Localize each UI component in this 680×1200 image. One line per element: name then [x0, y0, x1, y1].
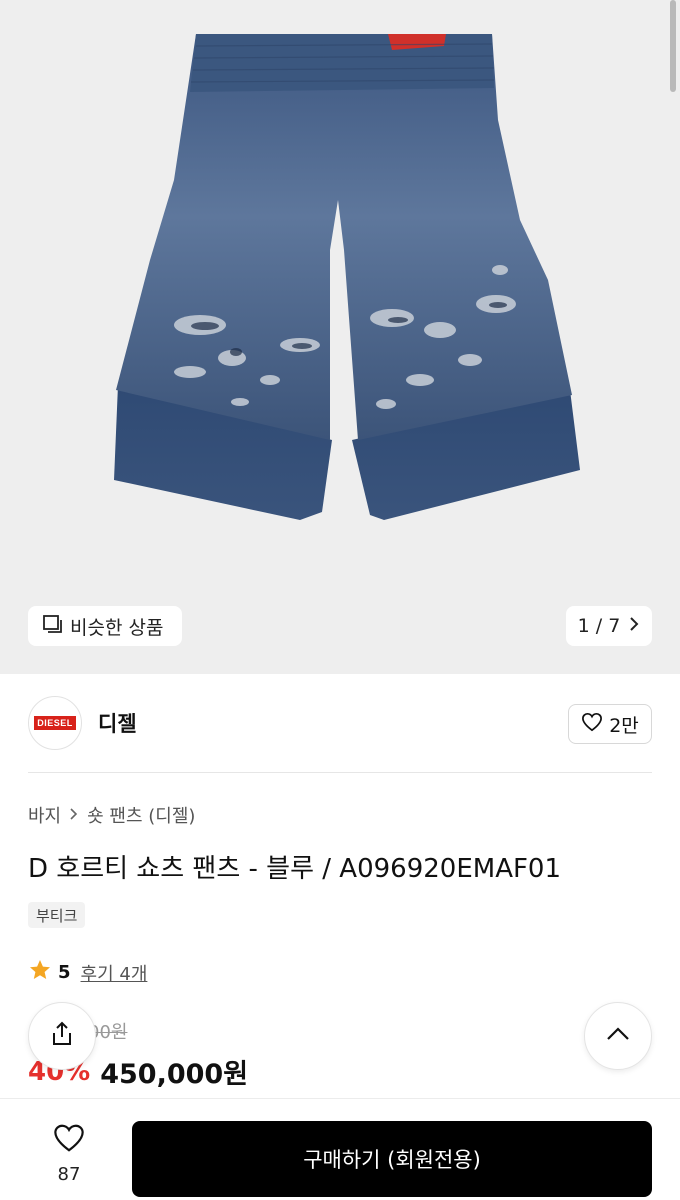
share-icon — [48, 1020, 76, 1052]
wish-count: 87 — [57, 1164, 81, 1185]
wish-button[interactable]: 87 — [36, 1123, 102, 1185]
similar-products-button[interactable]: 비슷한 상품 — [28, 606, 182, 646]
product-image — [114, 34, 580, 520]
brand-name[interactable]: 디젤 — [98, 708, 137, 738]
share-button[interactable] — [28, 1002, 96, 1070]
boutique-tag: 부티크 — [28, 902, 86, 928]
bottom-bar: 87 구매하기 (회원전용) — [0, 1098, 680, 1200]
rating[interactable]: 5 후기 4개 — [28, 958, 147, 987]
divider — [28, 772, 652, 773]
similar-icon — [42, 613, 64, 640]
heart-icon — [52, 1123, 86, 1158]
scrollbar[interactable] — [670, 0, 676, 92]
breadcrumb[interactable]: 바지 숏 팬츠 (디젤) — [28, 802, 195, 828]
buy-button[interactable]: 구매하기 (회원전용) — [132, 1121, 652, 1197]
brand-like-button[interactable]: 2만 — [568, 704, 652, 744]
review-link[interactable]: 후기 4개 — [81, 960, 148, 986]
brand-row[interactable]: DIESEL 디젤 2만 — [28, 694, 652, 752]
brand-like-count: 2만 — [609, 714, 639, 737]
gallery-counter: 1 / 7 — [577, 615, 621, 637]
rating-value: 5 — [58, 962, 71, 983]
brand-logo-text: DIESEL — [34, 716, 76, 730]
product-title: D 호르티 쇼츠 팬츠 - 블루 / A096920EMAF01 — [28, 854, 562, 884]
breadcrumb-subcategory[interactable]: 숏 팬츠 (디젤) — [87, 802, 195, 828]
product-gallery[interactable]: 비슷한 상품 1 / 7 — [0, 0, 680, 674]
brand-logo[interactable]: DIESEL — [28, 696, 82, 750]
breadcrumb-category[interactable]: 바지 — [28, 802, 61, 828]
heart-icon — [581, 712, 603, 737]
gallery-counter-button[interactable]: 1 / 7 — [566, 606, 652, 646]
chevron-up-icon — [605, 1026, 631, 1046]
star-icon — [28, 958, 52, 987]
scroll-top-button[interactable] — [584, 1002, 652, 1070]
chevron-right-icon — [628, 615, 640, 637]
chevron-right-icon — [69, 805, 79, 826]
similar-products-label: 비슷한 상품 — [70, 616, 164, 639]
sale-price: 450,000원 — [100, 1059, 249, 1090]
